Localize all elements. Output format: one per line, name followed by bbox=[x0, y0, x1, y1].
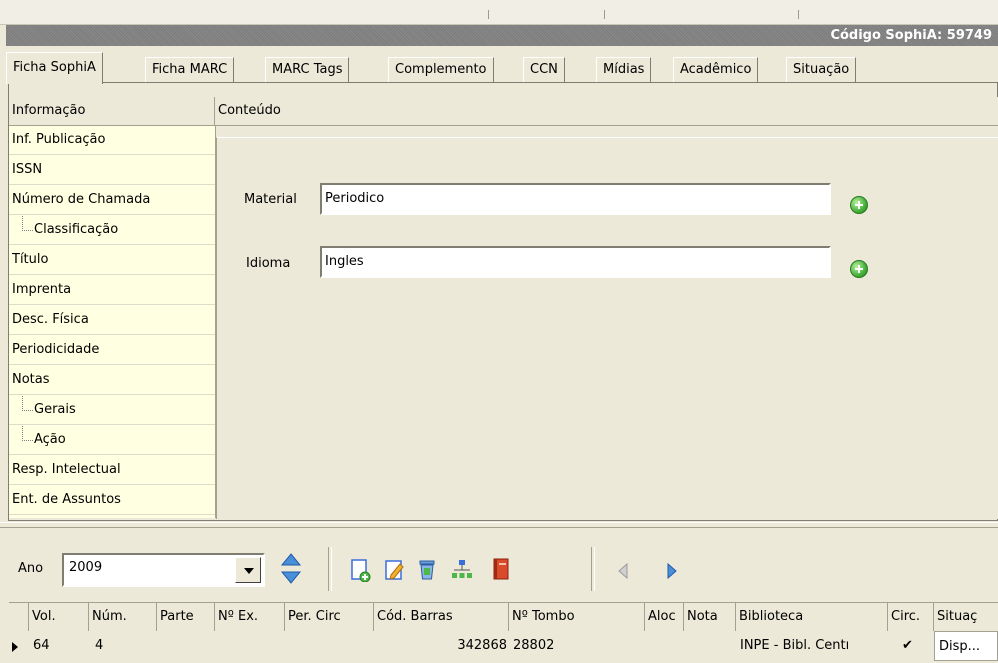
column-header-nota[interactable]: Nota bbox=[684, 603, 736, 631]
tab-academico[interactable]: Acadêmico bbox=[673, 57, 759, 83]
tab-situacao[interactable]: Situação bbox=[786, 57, 857, 83]
tree-item-ent-assuntos[interactable]: Ent. de Assuntos bbox=[9, 486, 215, 515]
column-header-biblioteca[interactable]: Biblioteca bbox=[736, 603, 888, 631]
grid-header: Informação Conteúdo bbox=[9, 97, 998, 126]
tree-item-notas[interactable]: Notas bbox=[9, 366, 215, 395]
cell-num: 4 bbox=[95, 638, 104, 653]
column-header-parte[interactable]: Parte bbox=[157, 603, 215, 631]
row-pointer-icon bbox=[12, 642, 18, 652]
ano-select[interactable]: 2009 bbox=[62, 553, 265, 587]
column-header-aloc[interactable]: Aloc bbox=[645, 603, 684, 631]
content-area: Material Periodico Idioma Ingles bbox=[216, 126, 998, 519]
edit-icon[interactable] bbox=[383, 558, 405, 582]
chevron-down-icon[interactable] bbox=[235, 557, 261, 583]
column-header-num[interactable]: Núm. bbox=[89, 603, 157, 631]
tree-item-desc-fisica[interactable]: Desc. Física bbox=[9, 306, 215, 335]
column-header-tombo[interactable]: Nº Tombo bbox=[509, 603, 645, 631]
record-code-bar: Código SophiA: 59749 bbox=[6, 25, 998, 46]
add-idioma-icon[interactable] bbox=[850, 260, 868, 278]
tree-item-periodicidade[interactable]: Periodicidade bbox=[9, 336, 215, 365]
tree-item-numero-chamada[interactable]: Número de Chamada bbox=[9, 186, 215, 215]
tab-ficha-marc[interactable]: Ficha MARC bbox=[145, 57, 235, 83]
add-material-icon[interactable] bbox=[850, 196, 868, 214]
tree-item-imprenta[interactable]: Imprenta bbox=[9, 276, 215, 305]
ano-label: Ano bbox=[18, 561, 44, 576]
tree-item-acao[interactable]: Ação bbox=[9, 426, 215, 455]
record-code-label: Código SophiA: 59749 bbox=[830, 28, 992, 43]
content-form: Material Periodico Idioma Ingles bbox=[216, 137, 998, 519]
row-indicator-header bbox=[9, 603, 29, 631]
splitter[interactable] bbox=[0, 522, 998, 528]
cell-vol: 64 bbox=[33, 638, 50, 653]
material-label: Material bbox=[244, 192, 297, 207]
column-header-per-circ[interactable]: Per. Circ bbox=[285, 603, 374, 631]
divider bbox=[798, 10, 799, 19]
info-tree: Inf. Publicação ISSN Número de Chamada C… bbox=[9, 126, 216, 518]
column-header-situacao[interactable]: Situaç bbox=[934, 603, 998, 631]
check-icon: ✔ bbox=[902, 638, 913, 653]
divider bbox=[488, 10, 489, 19]
tab-marc-tags[interactable]: MARC Tags bbox=[265, 57, 350, 83]
column-header-cod-barras[interactable]: Cód. Barras bbox=[374, 603, 509, 631]
tree-connector bbox=[22, 396, 33, 411]
idioma-label: Idioma bbox=[246, 256, 291, 271]
delete-bin-icon[interactable] bbox=[416, 557, 438, 581]
top-strip bbox=[0, 0, 998, 25]
tree-item-gerais[interactable]: Gerais bbox=[9, 396, 215, 425]
ano-value: 2009 bbox=[69, 560, 103, 575]
tab-ccn[interactable]: CCN bbox=[523, 57, 565, 83]
prev-arrow-icon[interactable] bbox=[616, 562, 630, 580]
cell-situacao[interactable]: Disp... bbox=[934, 631, 998, 661]
tree-item-inf-publicacao[interactable]: Inf. Publicação bbox=[9, 126, 215, 155]
new-document-icon[interactable] bbox=[349, 558, 371, 582]
tree-item-classificacao[interactable]: Classificação bbox=[9, 216, 215, 245]
tree-item-issn[interactable]: ISSN bbox=[9, 156, 215, 185]
tree-connector bbox=[22, 426, 33, 441]
tab-midias[interactable]: Mídias bbox=[596, 57, 652, 83]
column-header-num-ex[interactable]: Nº Ex. bbox=[215, 603, 285, 631]
tree-item-resp-intelectual[interactable]: Resp. Intelectual bbox=[9, 456, 215, 485]
tab-ficha-sophia[interactable]: Ficha SophiA bbox=[6, 52, 103, 84]
column-header-informacao[interactable]: Informação bbox=[9, 97, 215, 125]
divider bbox=[604, 10, 605, 19]
toolbar-separator bbox=[591, 547, 595, 591]
material-field[interactable]: Periodico bbox=[320, 183, 831, 215]
idioma-field[interactable]: Ingles bbox=[320, 246, 831, 278]
sort-updown-icon[interactable] bbox=[280, 552, 302, 586]
items-grid-header: Vol. Núm. Parte Nº Ex. Per. Circ Cód. Ba… bbox=[9, 602, 998, 632]
cell-tombo: 28802 bbox=[513, 638, 555, 653]
tree-item-titulo[interactable]: Título bbox=[9, 246, 215, 275]
tree-connector bbox=[22, 216, 33, 231]
cell-biblioteca: INPE - Bibl. Centı bbox=[740, 638, 850, 653]
cell-cod-barras: 342868 bbox=[457, 638, 507, 653]
toolbar-separator bbox=[328, 547, 332, 591]
column-header-vol[interactable]: Vol. bbox=[29, 603, 89, 631]
tab-complemento[interactable]: Complemento bbox=[388, 57, 494, 83]
next-arrow-icon[interactable] bbox=[665, 562, 679, 580]
column-header-conteudo[interactable]: Conteúdo bbox=[215, 97, 998, 125]
hierarchy-icon[interactable] bbox=[451, 558, 473, 582]
table-row[interactable]: 64 4 342868 28802 INPE - Bibl. Centı ✔ D… bbox=[9, 631, 998, 663]
column-header-circ[interactable]: Circ. bbox=[888, 603, 934, 631]
book-icon[interactable] bbox=[490, 557, 512, 581]
